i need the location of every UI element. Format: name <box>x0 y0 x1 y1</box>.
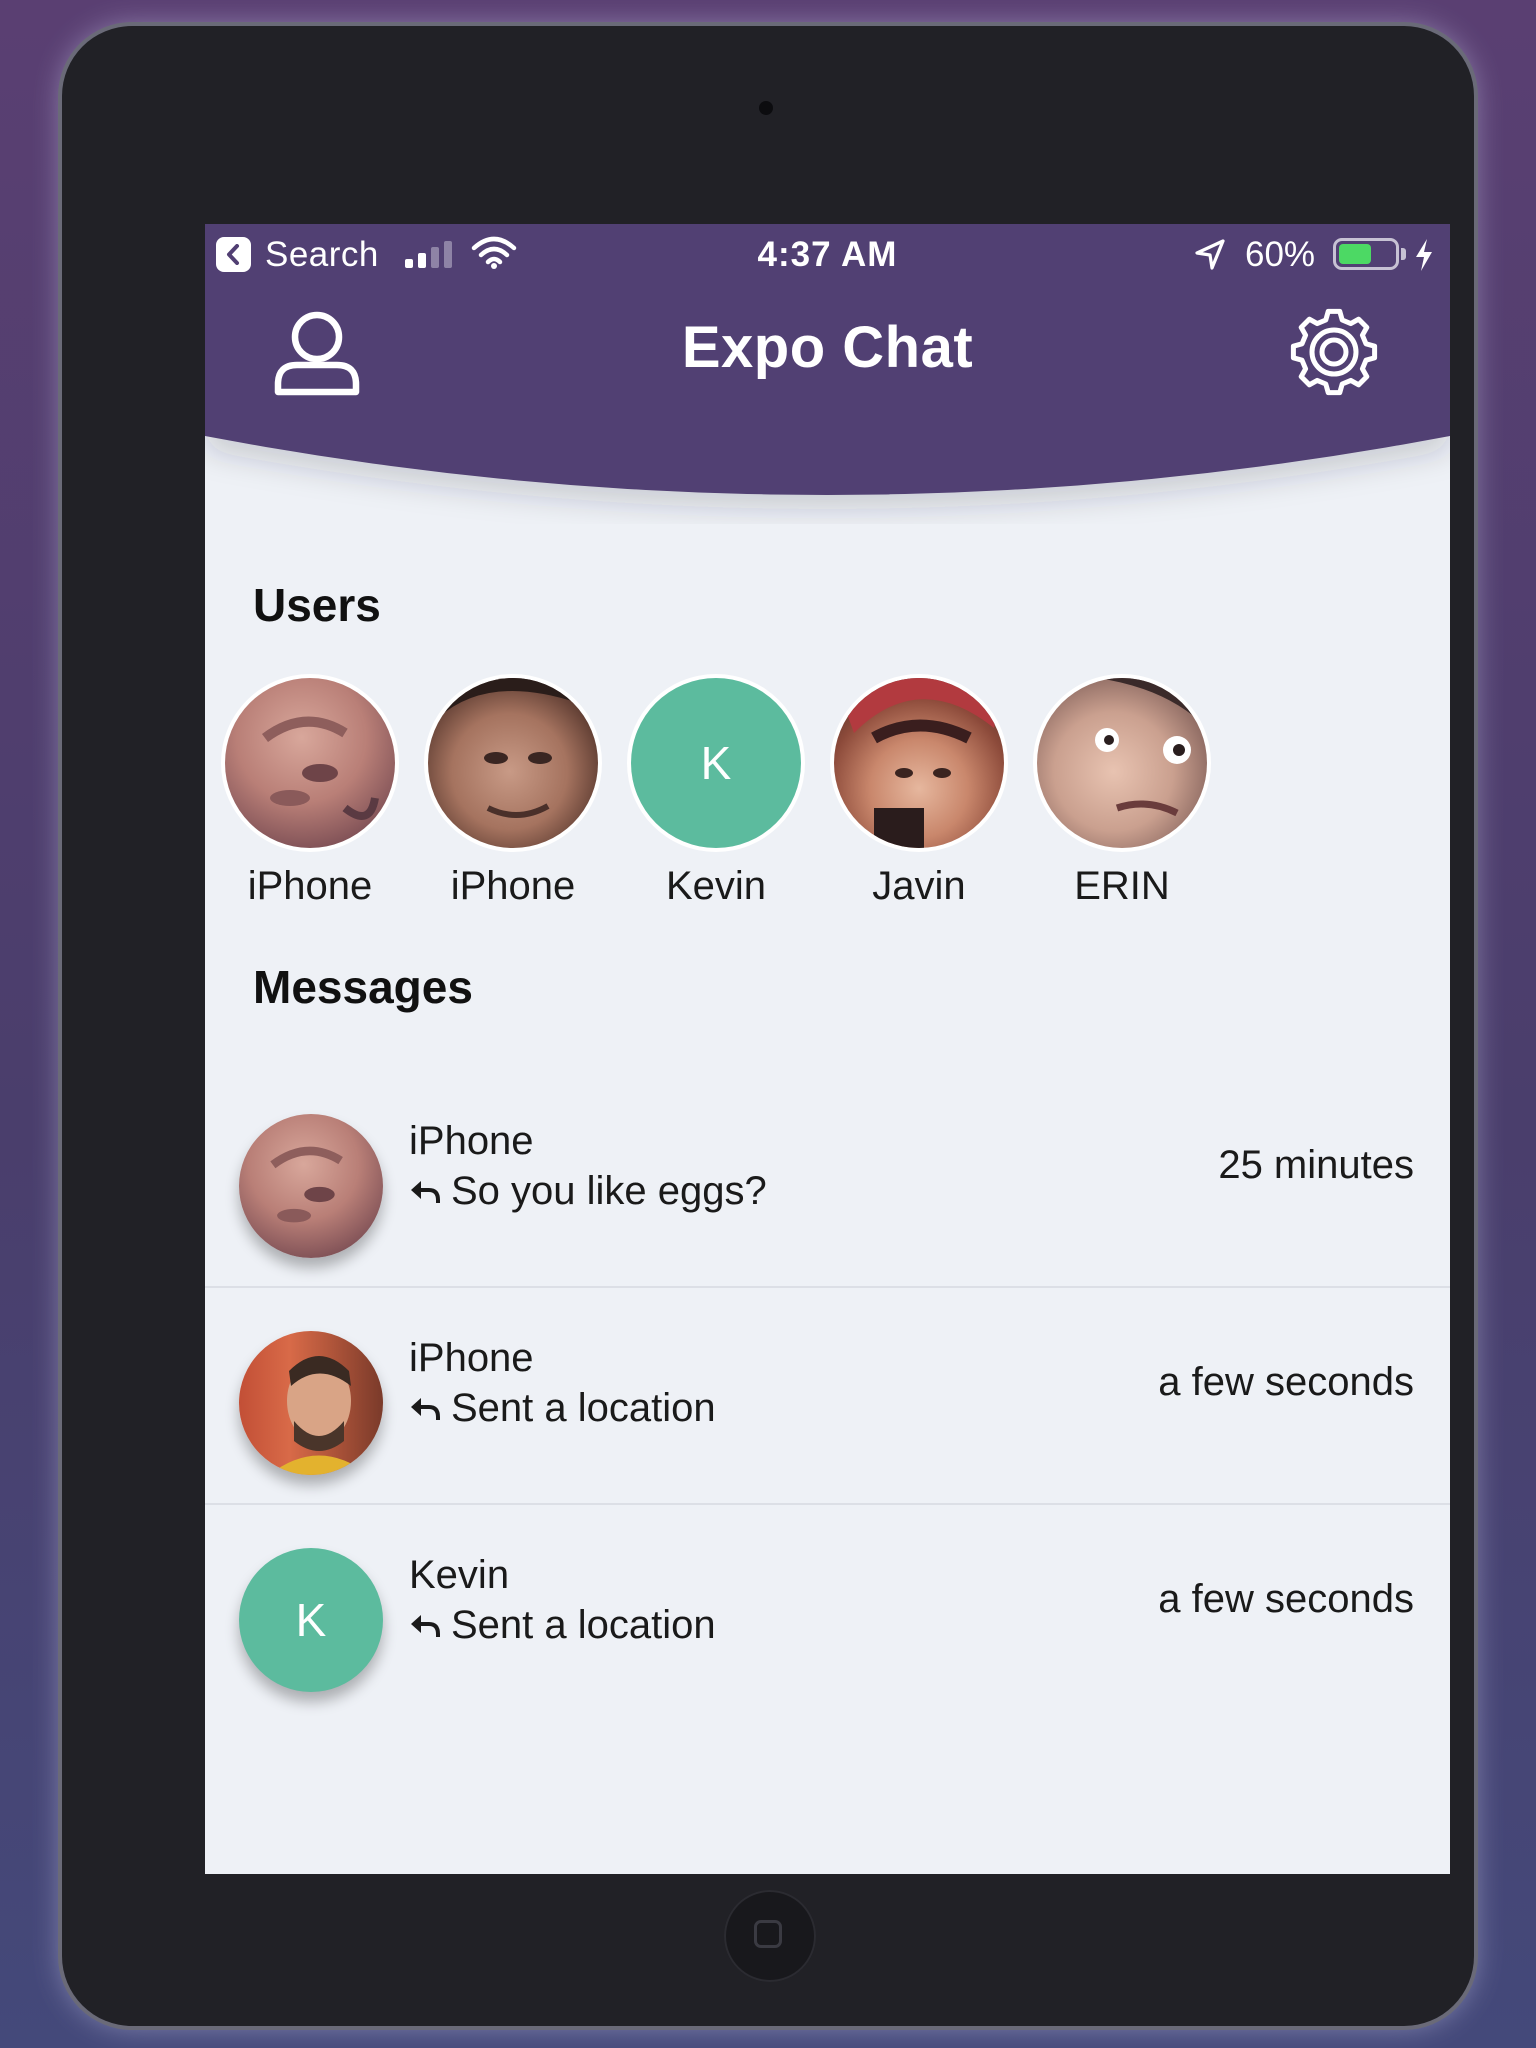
settings-icon[interactable] <box>1288 306 1380 398</box>
user-avatar-photo <box>1037 678 1207 848</box>
user-name: iPhone <box>247 864 373 908</box>
battery-tip <box>1401 248 1406 260</box>
face-photo-graphic <box>834 678 1004 848</box>
user-card[interactable]: iPhone <box>408 674 618 914</box>
message-avatar-letter: K <box>239 1548 383 1692</box>
home-square-icon <box>754 1920 782 1948</box>
user-avatar-letter: K <box>631 678 801 848</box>
message-avatar-photo <box>239 1331 383 1475</box>
message-avatar-photo <box>239 1114 383 1258</box>
message-sender: iPhone <box>409 1119 534 1163</box>
users-section-title: Users <box>253 579 381 631</box>
user-avatar-ring: K <box>627 674 805 852</box>
user-card[interactable]: ERIN <box>1017 674 1227 914</box>
face-photo-graphic <box>270 1146 343 1223</box>
user-name: Javin <box>872 864 966 908</box>
user-avatar-ring <box>221 674 399 852</box>
user-avatar-ring <box>1033 674 1211 852</box>
messages-section-title: Messages <box>253 961 473 1013</box>
status-bar: Search 4:37 AM 60% <box>205 224 1450 284</box>
message-preview: Sent a location <box>409 1386 716 1431</box>
battery-level <box>1339 244 1371 264</box>
face-photo-graphic <box>262 716 379 820</box>
user-avatar-photo <box>428 678 598 848</box>
home-button[interactable] <box>724 1890 816 1982</box>
user-name: iPhone <box>450 864 576 908</box>
battery-percent: 60% <box>1245 235 1316 274</box>
avatar-initial: K <box>700 737 732 789</box>
location-arrow-icon <box>1195 239 1225 270</box>
face-photo-graphic <box>269 1356 369 1475</box>
message-preview-text: Sent a location <box>451 1386 716 1430</box>
user-name: ERIN <box>1074 864 1170 908</box>
message-sender: iPhone <box>409 1336 534 1380</box>
message-row[interactable]: K Kevin Sent a location a few seconds <box>205 1505 1450 1722</box>
message-row[interactable]: iPhone Sent a location a few seconds <box>205 1288 1450 1505</box>
reply-icon <box>411 1180 440 1203</box>
charging-bolt-icon <box>1416 239 1432 271</box>
user-card[interactable]: K Kevin <box>611 674 821 914</box>
app-header: Search 4:37 AM 60% Expo Chat <box>205 224 1450 514</box>
avatar-initial: K <box>295 1594 327 1646</box>
user-name: Kevin <box>665 864 767 908</box>
message-time: a few seconds <box>1158 1360 1414 1404</box>
user-card[interactable]: iPhone <box>205 674 415 914</box>
message-time: a few seconds <box>1158 1577 1414 1621</box>
front-camera <box>759 101 773 115</box>
face-photo-graphic <box>1095 678 1207 817</box>
face-photo-graphic <box>428 678 598 819</box>
tablet-frame: Search 4:37 AM 60% Expo Chat Users iPhon… <box>62 26 1474 2026</box>
user-avatar-ring <box>830 674 1008 852</box>
reply-icon <box>411 1614 440 1637</box>
users-carousel[interactable]: iPhone iPhone K Kevin Javin ERIN <box>205 674 1450 924</box>
reply-icon <box>411 1397 440 1420</box>
user-avatar-ring <box>424 674 602 852</box>
user-card[interactable]: Javin <box>814 674 1024 914</box>
message-time: 25 minutes <box>1218 1143 1414 1187</box>
battery-icon <box>1333 238 1399 270</box>
app-screen: Search 4:37 AM 60% Expo Chat Users iPhon… <box>205 224 1450 1874</box>
user-avatar-photo <box>225 678 395 848</box>
message-sender: Kevin <box>409 1553 510 1597</box>
app-title: Expo Chat <box>681 315 974 380</box>
message-preview: Sent a location <box>409 1603 716 1648</box>
message-preview-text: Sent a location <box>451 1603 716 1647</box>
message-preview: So you like eggs? <box>409 1169 767 1214</box>
message-row[interactable]: iPhone So you like eggs? 25 minutes <box>205 1071 1450 1288</box>
message-preview-text: So you like eggs? <box>451 1169 767 1213</box>
user-avatar-photo <box>834 678 1004 848</box>
